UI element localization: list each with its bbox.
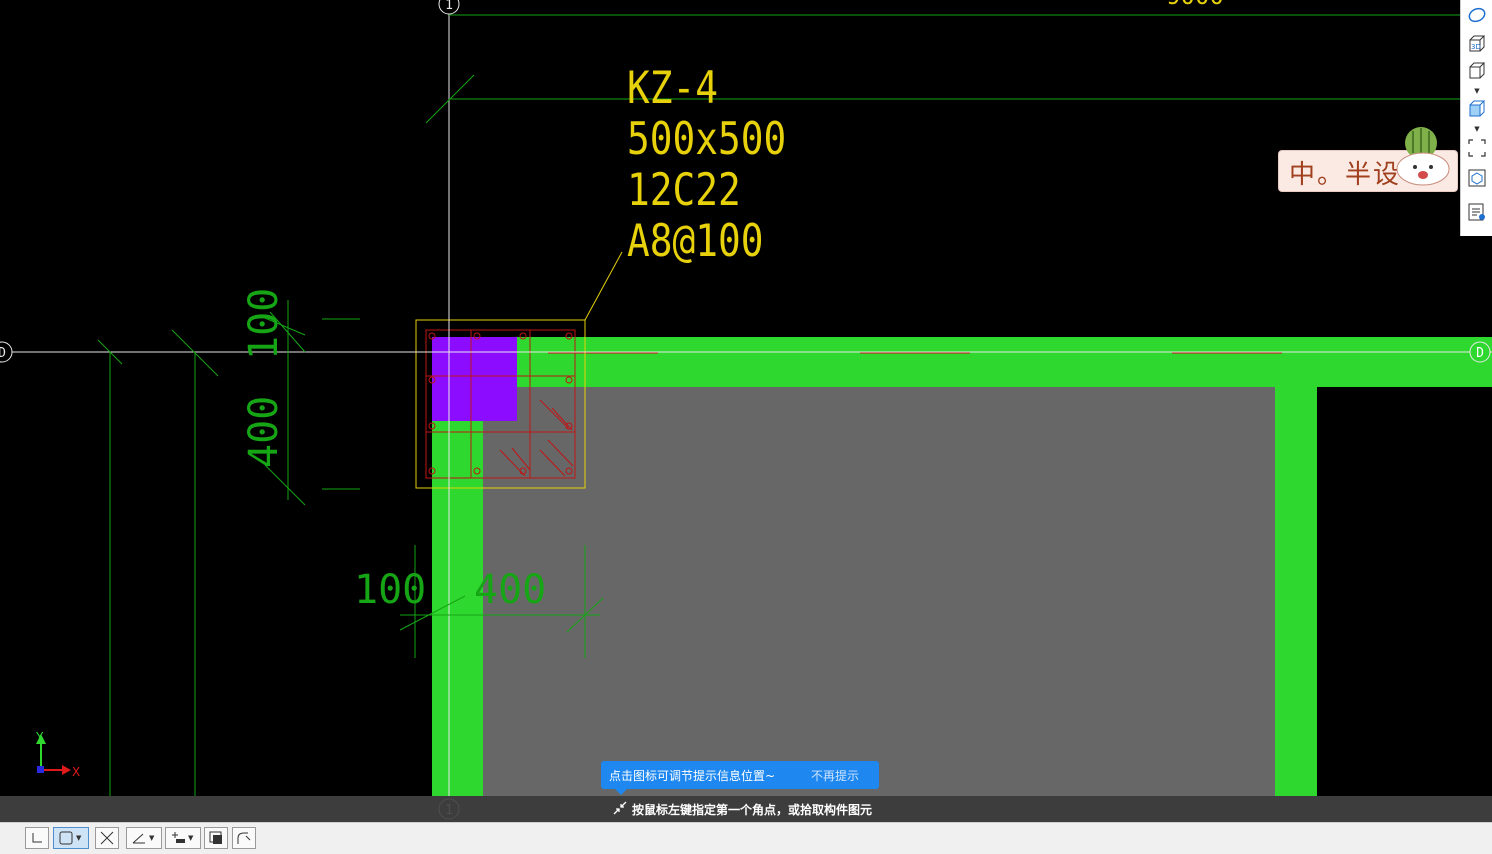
fit-view-icon bbox=[1468, 139, 1486, 157]
orbit-button[interactable] bbox=[1465, 4, 1489, 26]
axis-y-label: Y bbox=[35, 730, 44, 744]
tip-message: 点击图标可调节提示信息位置~ bbox=[609, 768, 776, 783]
column-kz4[interactable] bbox=[432, 337, 517, 421]
display-icon bbox=[209, 831, 222, 844]
display-settings-icon bbox=[1468, 203, 1485, 221]
grid-bubble-1-top[interactable]: 1 bbox=[438, 0, 460, 15]
polyline-button[interactable] bbox=[232, 827, 256, 849]
box-view-dropdown-icon[interactable]: ▼ bbox=[1473, 88, 1481, 95]
select-box-dropdown-icon[interactable]: ▼ bbox=[76, 834, 81, 842]
component-view-icon bbox=[1468, 169, 1486, 187]
grid-bubble-d-left-label: D bbox=[0, 346, 6, 361]
select-box-button[interactable]: ▼ bbox=[53, 827, 89, 849]
component-view-button[interactable] bbox=[1465, 167, 1489, 189]
column-stirrup-text: A8@100 bbox=[627, 215, 764, 267]
bottom-toolbar: ▼ ▼ ▼ bbox=[0, 822, 1492, 854]
box-view-icon bbox=[1469, 62, 1486, 79]
column-size-text: 500x500 bbox=[627, 113, 786, 165]
wall-top[interactable] bbox=[432, 337, 1492, 387]
box-view-blue-icon bbox=[1469, 100, 1486, 117]
column-label[interactable]: KZ-4 500x500 12C22 A8@100 bbox=[627, 62, 786, 267]
dim-text-left-bottom: 400 bbox=[241, 396, 287, 468]
view-3d-button[interactable]: 3D bbox=[1465, 33, 1489, 55]
box-view-blue-dropdown-icon[interactable]: ▼ bbox=[1473, 126, 1481, 133]
dim-text-left-top: 100 bbox=[241, 288, 287, 360]
column-rebar-text: 12C22 bbox=[627, 164, 741, 216]
box-view-button[interactable] bbox=[1465, 60, 1489, 82]
snap-point-dropdown-icon[interactable]: ▼ bbox=[188, 834, 193, 842]
cross-select-button[interactable] bbox=[95, 827, 119, 849]
select-box-icon bbox=[59, 831, 73, 845]
ortho-icon bbox=[32, 833, 42, 843]
tip-dismiss-link[interactable]: 不再提示 bbox=[811, 767, 859, 784]
view-toolbar: 3D ▼ ▼ bbox=[1460, 0, 1492, 236]
display-button[interactable] bbox=[204, 827, 228, 849]
grid-bubble-d-left[interactable]: D bbox=[0, 341, 13, 363]
status-message: 按鼠标左键指定第一个角点，或拾取构件图元 bbox=[632, 803, 873, 817]
dim-text-bottom-right: 400 bbox=[474, 567, 546, 613]
view-3d-label: 3D bbox=[1471, 43, 1481, 51]
box-view-blue-button[interactable] bbox=[1465, 98, 1489, 120]
angle-icon bbox=[132, 833, 145, 844]
ortho-button[interactable] bbox=[25, 827, 49, 849]
snap-point-button[interactable]: ▼ bbox=[165, 827, 201, 849]
grid-bubble-d-right[interactable]: D bbox=[1469, 341, 1491, 363]
angle-button[interactable]: ▼ bbox=[126, 827, 162, 849]
collapse-arrows-icon[interactable] bbox=[612, 800, 628, 816]
angle-dropdown-icon[interactable]: ▼ bbox=[149, 834, 154, 842]
column-name-text: KZ-4 bbox=[627, 62, 718, 114]
wall-right[interactable] bbox=[1275, 387, 1317, 796]
top-dimension-text: 9000 bbox=[1166, 0, 1224, 10]
view-3d-icon: 3D bbox=[1469, 35, 1486, 52]
polyline-icon bbox=[237, 832, 251, 844]
axis-indicator: Y X bbox=[35, 730, 80, 779]
label-leader-line bbox=[584, 251, 623, 321]
axis-x-label: X bbox=[72, 765, 80, 779]
orbit-icon bbox=[1468, 7, 1486, 23]
grid-bubble-d-right-label: D bbox=[1476, 346, 1484, 361]
fit-view-button[interactable] bbox=[1465, 137, 1489, 159]
tip-bubble[interactable]: 点击图标可调节提示信息位置~ 不再提示 bbox=[601, 761, 879, 795]
grid-bubble-1-top-label: 1 bbox=[445, 0, 453, 13]
drawing-canvas[interactable]: 1 1 D D 9000 KZ-4 500x500 12C22 A8@100 1… bbox=[0, 0, 1492, 854]
snap-point-icon bbox=[172, 832, 185, 843]
display-settings-button[interactable] bbox=[1465, 201, 1489, 223]
cat-mascot-icon bbox=[1396, 127, 1450, 186]
status-bar: 按鼠标左键指定第一个角点，或拾取构件图元 bbox=[0, 796, 1492, 822]
dim-text-bottom-left: 100 bbox=[354, 567, 426, 613]
watermark-logo: 中。半设 bbox=[1278, 127, 1458, 192]
cross-select-icon bbox=[100, 831, 114, 845]
watermark-text: 中。半设 bbox=[1289, 160, 1402, 190]
floor-slab[interactable] bbox=[483, 387, 1275, 796]
